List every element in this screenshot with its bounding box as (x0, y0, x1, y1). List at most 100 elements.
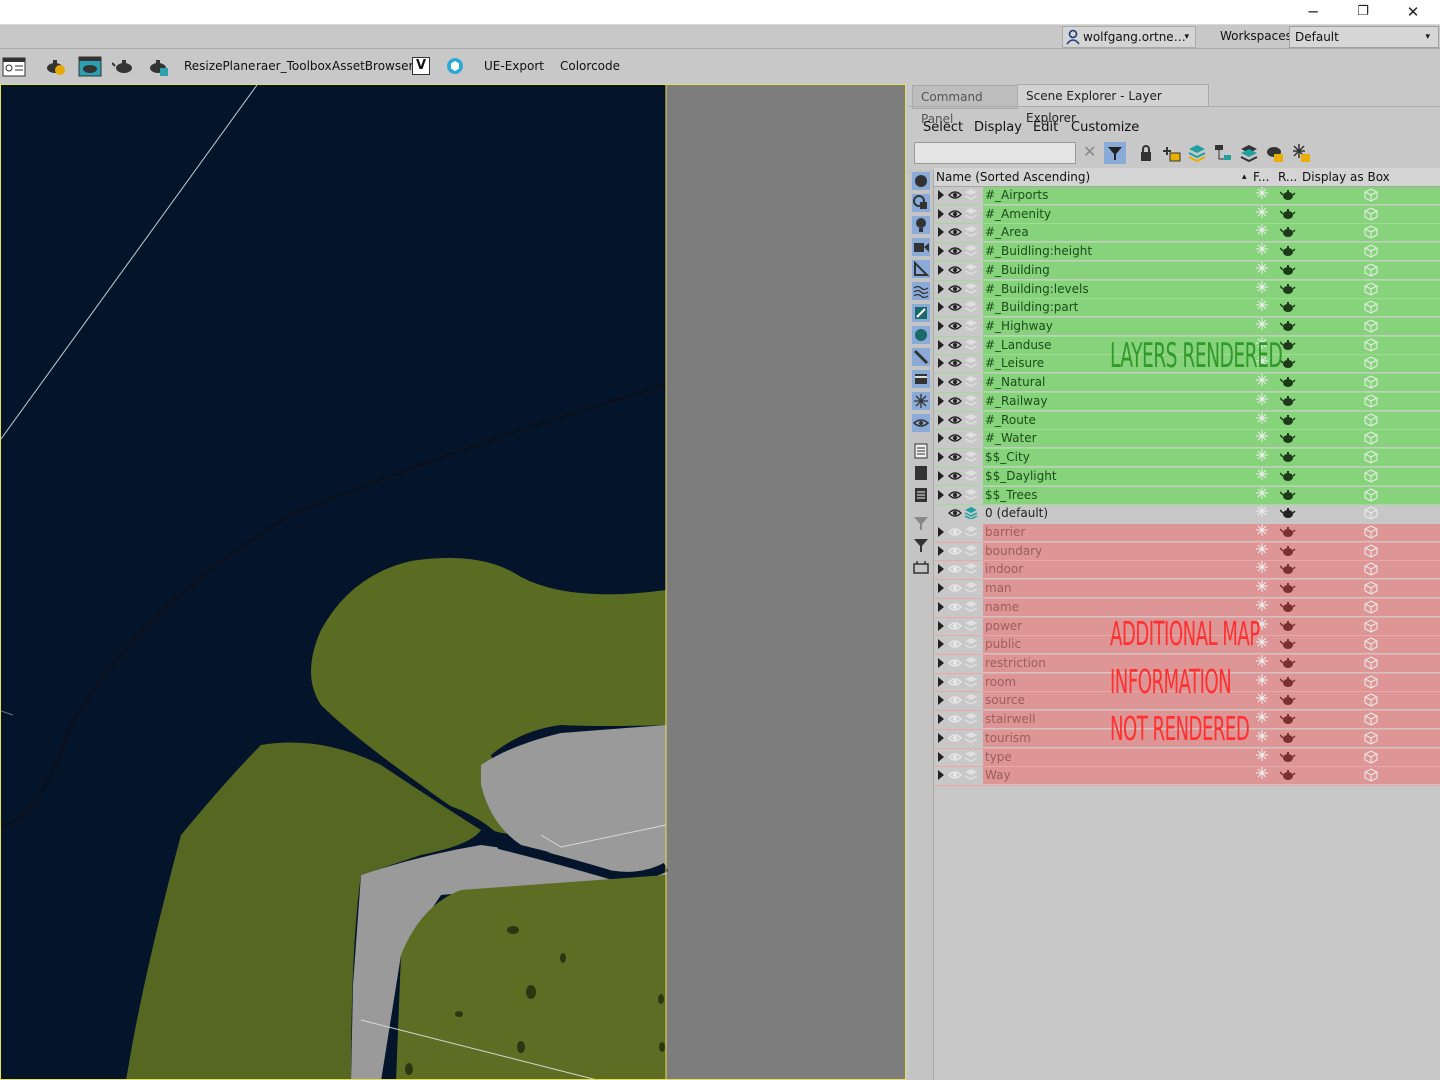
layer-icon[interactable] (964, 750, 978, 763)
layer-row[interactable]: #_Building (934, 261, 1440, 281)
freeze-layer-icon[interactable] (1290, 142, 1312, 164)
layer-icon[interactable] (964, 189, 978, 201)
visibility-eye-icon[interactable] (948, 357, 962, 369)
expand-arrow-icon[interactable] (938, 639, 944, 650)
minimize-button[interactable]: ─ (1288, 0, 1338, 24)
display-box-icon[interactable] (1364, 562, 1378, 576)
freeze-snowflake-icon[interactable] (1256, 711, 1268, 724)
visibility-eye-icon[interactable] (948, 208, 962, 220)
renderable-teapot-icon[interactable] (1280, 469, 1296, 482)
expand-arrow-icon[interactable] (938, 395, 944, 406)
display-box-icon[interactable] (1364, 731, 1378, 745)
renderable-teapot-icon[interactable] (1280, 188, 1296, 201)
menu-edit[interactable]: Edit (1033, 120, 1058, 135)
display-box-icon[interactable] (1364, 487, 1378, 502)
layer-row[interactable]: #_Water (934, 429, 1440, 450)
layer-icon[interactable] (964, 338, 978, 351)
layer-row[interactable]: #_Natural (934, 373, 1440, 393)
renderable-teapot-icon[interactable] (1280, 207, 1296, 220)
visibility-eye-icon[interactable] (948, 470, 962, 482)
layer-icon[interactable] (964, 488, 978, 501)
column-frozen[interactable]: F... (1253, 168, 1269, 186)
display-box-icon[interactable] (1364, 338, 1378, 352)
expand-arrow-icon[interactable] (938, 770, 944, 781)
display-box-icon[interactable] (1364, 675, 1378, 689)
layer-icon[interactable] (964, 619, 978, 632)
layer-icon[interactable] (964, 413, 978, 426)
layer-row[interactable]: man (934, 579, 1440, 599)
renderable-teapot-icon[interactable] (1280, 581, 1296, 594)
renderable-teapot-icon[interactable] (1280, 750, 1296, 763)
user-account-dropdown[interactable]: wolfgang.ortne… ▾ (1062, 26, 1196, 48)
visibility-eye-icon[interactable] (948, 694, 962, 706)
layer-row[interactable]: #_Area (934, 223, 1440, 244)
expand-arrow-icon[interactable] (938, 433, 944, 444)
layer-icon[interactable] (964, 600, 978, 613)
freeze-snowflake-icon[interactable] (1256, 205, 1268, 218)
renderable-teapot-icon[interactable] (1280, 488, 1296, 501)
workspace-icon[interactable] (2, 54, 26, 78)
layer-icon[interactable] (964, 469, 978, 482)
visibility-eye-icon[interactable] (948, 545, 962, 557)
renderable-teapot-icon[interactable] (1280, 656, 1296, 669)
layer-icon[interactable] (964, 731, 978, 744)
expand-arrow-icon[interactable] (938, 564, 944, 575)
column-renderable[interactable]: R... (1278, 168, 1297, 186)
visibility-eye-icon[interactable] (948, 563, 962, 575)
expand-arrow-icon[interactable] (938, 302, 944, 313)
visibility-eye-icon[interactable] (948, 620, 962, 632)
display-box-icon[interactable] (1364, 207, 1378, 221)
layer-icon[interactable] (964, 245, 978, 257)
visibility-eye-icon[interactable] (948, 432, 962, 444)
visibility-eye-icon[interactable] (948, 601, 962, 613)
layer-icon[interactable] (964, 376, 978, 388)
renderable-teapot-icon[interactable] (1280, 693, 1296, 706)
freeze-snowflake-icon[interactable] (1256, 767, 1268, 780)
visibility-eye-icon[interactable] (948, 451, 962, 463)
renderable-teapot-icon[interactable] (1280, 731, 1296, 744)
display-box-icon[interactable] (1364, 525, 1378, 539)
freeze-snowflake-icon[interactable] (1256, 187, 1268, 199)
display-box-icon[interactable] (1364, 394, 1378, 408)
layer-row[interactable]: #_Buidling:height (934, 242, 1440, 262)
expand-arrow-icon[interactable] (938, 545, 944, 556)
layer-icon[interactable] (964, 769, 978, 781)
layer-row[interactable]: #_Route (934, 411, 1440, 431)
layer-row[interactable]: type (934, 748, 1440, 768)
expand-arrow-icon[interactable] (938, 227, 944, 238)
display-box-icon[interactable] (1364, 356, 1378, 371)
display-box-icon[interactable] (1364, 693, 1378, 707)
renderable-teapot-icon[interactable] (1280, 544, 1296, 557)
display-box-icon[interactable] (1364, 581, 1378, 595)
layer-icon[interactable] (964, 544, 978, 557)
visibility-eye-icon[interactable] (948, 657, 962, 669)
display-box-icon[interactable] (1364, 450, 1378, 464)
display-box-icon[interactable] (1364, 263, 1378, 277)
render-active-icon[interactable] (146, 54, 170, 78)
expand-arrow-icon[interactable] (938, 526, 944, 537)
visibility-eye-icon[interactable] (948, 301, 962, 313)
layer-row[interactable]: boundary (934, 542, 1440, 562)
layer-icon[interactable] (964, 694, 978, 706)
visibility-eye-icon[interactable] (948, 769, 962, 781)
visibility-eye-icon[interactable] (948, 526, 962, 538)
display-box-icon[interactable] (1364, 618, 1378, 633)
layers-stack-icon[interactable] (1186, 142, 1208, 164)
freeze-snowflake-icon[interactable] (1256, 692, 1268, 705)
renderable-teapot-icon[interactable] (1280, 338, 1296, 351)
display-box-icon[interactable] (1364, 600, 1378, 614)
expand-arrow-icon[interactable] (938, 470, 944, 481)
display-box-icon[interactable] (1364, 413, 1378, 427)
hierarchy-icon[interactable] (1212, 142, 1234, 164)
freeze-snowflake-icon[interactable] (1256, 655, 1268, 667)
layer-icon[interactable] (964, 582, 978, 594)
expand-arrow-icon[interactable] (938, 452, 944, 463)
display-box-icon[interactable] (1364, 637, 1378, 651)
menu-customize[interactable]: Customize (1071, 120, 1139, 135)
freeze-snowflake-icon[interactable] (1256, 523, 1268, 536)
display-box-icon[interactable] (1364, 506, 1378, 520)
display-box-icon[interactable] (1364, 712, 1378, 726)
layer-row[interactable]: $$_Daylight (934, 467, 1440, 487)
layer-icon[interactable] (964, 263, 978, 276)
expand-arrow-icon[interactable] (938, 264, 944, 275)
